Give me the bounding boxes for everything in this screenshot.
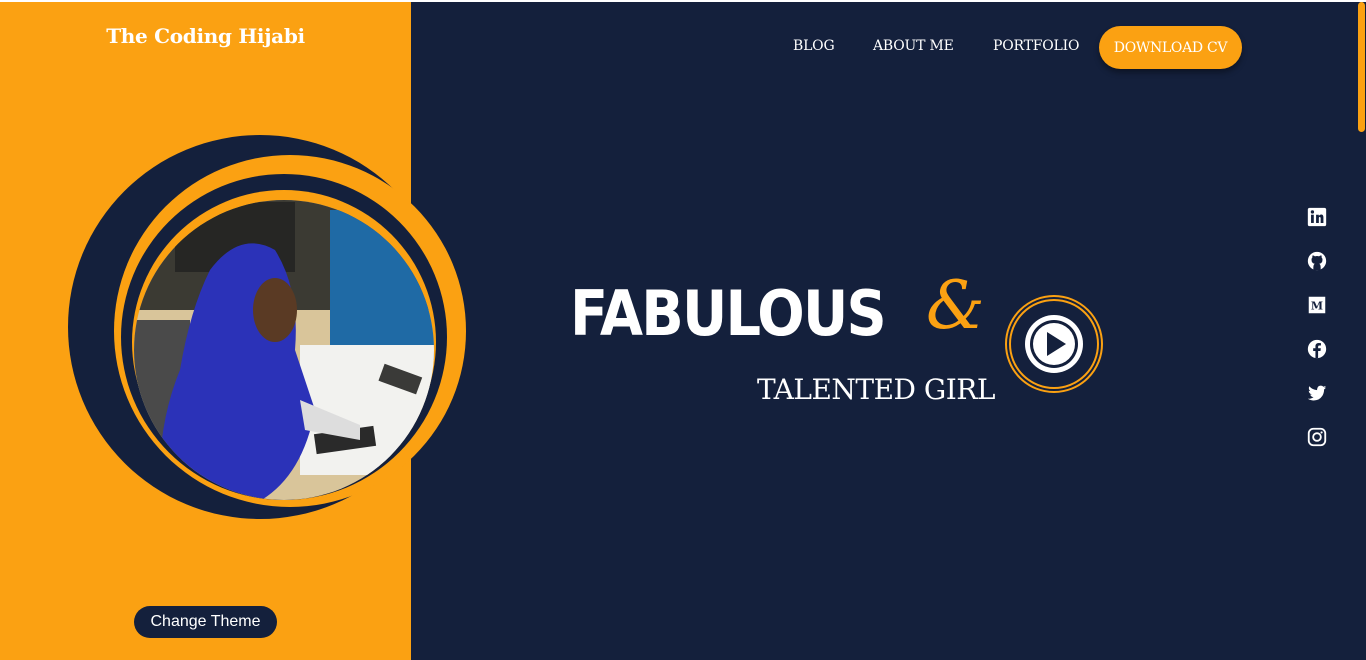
nav-link-portfolio[interactable]: PORTFOLIO (993, 38, 1079, 54)
medium-icon[interactable]: M (1306, 294, 1328, 316)
hero-subheadline: TALENTED GIRL (757, 373, 995, 406)
social-links: M (1306, 206, 1330, 470)
change-theme-button[interactable]: Change Theme (134, 606, 277, 638)
profile-photo-illustration (68, 135, 466, 519)
linkedin-icon[interactable] (1306, 206, 1328, 228)
page: The Coding Hijabi BLOG ABOUT ME PORTFOLI… (0, 0, 1366, 660)
svg-text:M: M (1311, 300, 1323, 313)
play-icon (1005, 295, 1103, 393)
hero-ampersand: & (926, 267, 985, 344)
download-cv-button[interactable]: DOWNLOAD CV (1099, 26, 1242, 69)
twitter-icon[interactable] (1306, 382, 1328, 404)
instagram-icon[interactable] (1306, 426, 1328, 448)
hero-headline: FABULOUS (570, 277, 887, 350)
profile-photo-frame (60, 130, 480, 530)
github-icon[interactable] (1306, 250, 1328, 272)
nav-link-blog[interactable]: BLOG (793, 38, 835, 54)
play-video-button[interactable] (1004, 294, 1104, 394)
facebook-icon[interactable] (1306, 338, 1328, 360)
nav-link-about-me[interactable]: ABOUT ME (873, 38, 954, 54)
top-navigation: BLOG ABOUT ME PORTFOLIO DOWNLOAD CV (0, 26, 1366, 70)
